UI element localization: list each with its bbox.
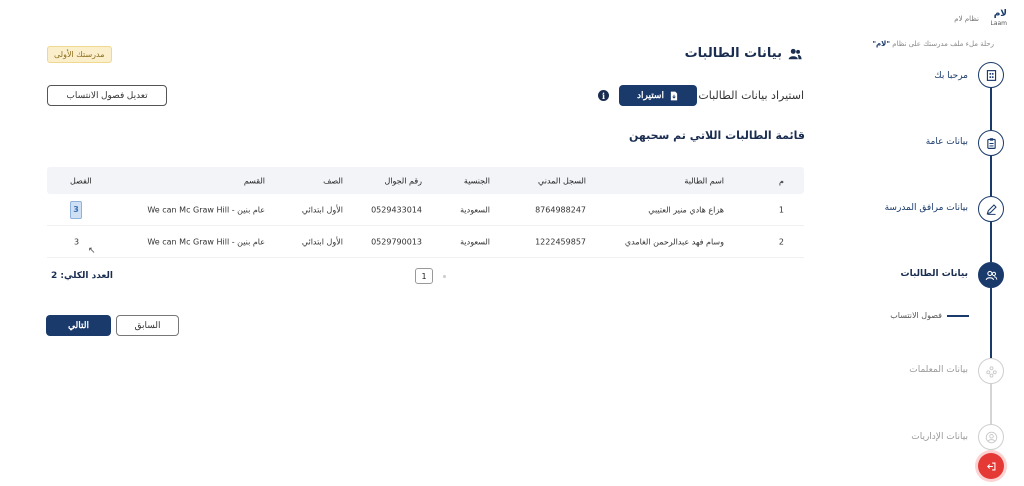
cell-department: عام بنين - We can Mc Graw Hill: [147, 205, 265, 214]
page-title-text: بيانات الطالبات: [684, 46, 782, 61]
sub-step-indicator: [947, 315, 969, 317]
pagination-dot: [443, 275, 446, 278]
step-welcome[interactable]: [978, 62, 1004, 88]
cell-phone: 0529790013: [371, 237, 422, 246]
logo-text: لام: [993, 9, 1007, 19]
logout-icon: [986, 462, 995, 470]
cell-civil-id: 1222459857: [535, 237, 586, 246]
school-badge: مدرستك الأولى: [47, 46, 112, 63]
clipboard-icon: [986, 137, 996, 149]
users-icon: [788, 48, 802, 59]
header-department: القسم: [243, 176, 265, 185]
next-button[interactable]: التالي: [46, 315, 111, 336]
edit-enrollment-classes-button[interactable]: تعديل فصول الانتساب: [47, 85, 167, 106]
users-icon: [985, 270, 997, 280]
header-grade: الصف: [323, 176, 343, 185]
logo-subtext: Laam: [990, 20, 1007, 27]
step-label-administrators[interactable]: بيانات الإداريات: [911, 432, 968, 442]
logout-button[interactable]: [978, 453, 1004, 479]
cell-nationality: السعودية: [460, 237, 490, 246]
step-teachers[interactable]: [978, 358, 1004, 384]
class-select-chip[interactable]: 3: [70, 200, 82, 219]
step-label-facilities[interactable]: بيانات مرافق المدرسة: [885, 203, 968, 213]
cell-grade: الأول ابتدائي: [301, 205, 343, 214]
progress-line: [990, 156, 992, 196]
system-label: نظام لام: [954, 15, 979, 23]
import-label: استيراد بيانات الطالبات: [698, 89, 804, 102]
list-title: قائمة الطالبات اللاتي تم سحبهن: [628, 129, 805, 142]
cell-civil-id: 8764988247: [535, 205, 586, 214]
info-icon[interactable]: i: [598, 90, 609, 101]
progress-line: [990, 222, 992, 262]
cell-name: هزاع هادي منير العتيبي: [648, 205, 724, 214]
table-row: 1 هزاع هادي منير العتيبي 8764988247 السع…: [47, 194, 804, 226]
cell-index: 1: [778, 205, 784, 214]
mouse-cursor-icon: ↖: [88, 246, 96, 256]
cell-class[interactable]: 3: [74, 237, 79, 246]
sub-step-enrollment-classes[interactable]: فصول الانتساب: [890, 311, 942, 320]
step-facilities[interactable]: [978, 196, 1004, 222]
journey-caption: رحلة ملء ملف مدرستك على نظام "لام": [872, 40, 994, 48]
total-count: العدد الكلي: 2: [51, 271, 113, 281]
header-phone: رقم الجوال: [384, 176, 422, 185]
students-table: م اسم الطالبة السجل المدني الجنسية رقم ا…: [47, 167, 804, 258]
header-index: م: [779, 176, 784, 185]
progress-line: [990, 288, 992, 358]
table-header: م اسم الطالبة السجل المدني الجنسية رقم ا…: [47, 167, 804, 194]
header-civil-id: السجل المدني: [538, 176, 586, 185]
group-icon: [985, 365, 997, 377]
page-title: بيانات الطالبات: [685, 46, 802, 61]
cell-grade: الأول ابتدائي: [301, 237, 343, 246]
journey-caption-brand: "لام": [872, 40, 891, 48]
cell-department: عام بنين - We can Mc Graw Hill: [147, 237, 265, 246]
step-students[interactable]: [978, 262, 1004, 288]
pencil-icon: [986, 203, 997, 215]
header-name: اسم الطالبة: [684, 176, 724, 185]
cell-name: وسام فهد عبدالرحمن الغامدي: [624, 237, 724, 246]
step-label-general-data[interactable]: بيانات عامة: [926, 137, 968, 147]
step-general-data[interactable]: [978, 130, 1004, 156]
step-label-teachers[interactable]: بيانات المعلمات: [909, 365, 968, 375]
step-administrators[interactable]: [978, 424, 1004, 450]
step-label-welcome[interactable]: مرحبا بك: [934, 71, 968, 81]
cell-class[interactable]: 3: [70, 200, 82, 219]
progress-line: [990, 88, 992, 130]
progress-line-pending: [990, 384, 992, 424]
table-row: 2 وسام فهد عبدالرحمن الغامدي 1222459857 …: [47, 226, 804, 258]
file-import-icon: [670, 91, 678, 100]
header-class: الفصل: [70, 176, 92, 185]
building-icon: [986, 69, 996, 81]
pagination-page[interactable]: 1: [415, 268, 433, 284]
user-icon: [985, 431, 997, 443]
import-button-label: استيراد: [637, 90, 664, 100]
cell-nationality: السعودية: [460, 205, 490, 214]
step-label-students[interactable]: بيانات الطالبات: [901, 269, 968, 279]
journey-caption-text: رحلة ملء ملف مدرستك على نظام: [892, 40, 994, 48]
import-button[interactable]: استيراد: [619, 85, 697, 106]
cell-phone: 0529433014: [371, 205, 422, 214]
app-logo: لام Laam نظام لام: [954, 9, 1007, 30]
header-nationality: الجنسية: [463, 176, 490, 185]
previous-button[interactable]: السابق: [116, 315, 179, 336]
cell-index: 2: [778, 237, 784, 246]
